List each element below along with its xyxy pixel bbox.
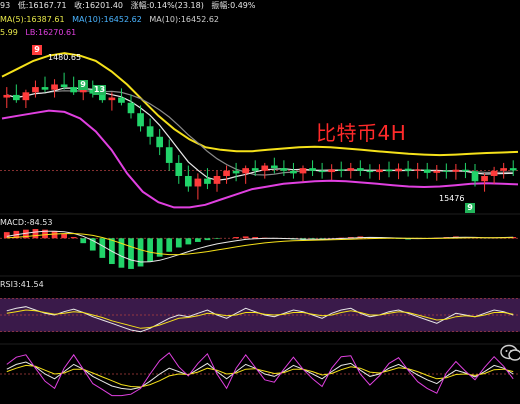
ma-value: MA(10):16452.62 xyxy=(149,15,220,24)
boll-upper-line xyxy=(1,52,519,157)
candle-body xyxy=(79,89,87,93)
candle-body xyxy=(22,92,30,101)
candle-body xyxy=(12,94,20,101)
header-value: 低:16167.71 xyxy=(17,1,67,10)
candle-body xyxy=(146,126,154,137)
candle-body xyxy=(347,168,355,171)
candle-body xyxy=(165,147,173,163)
candle-body xyxy=(414,169,422,171)
high-price-label: 1480.65 xyxy=(48,53,82,62)
candle-body xyxy=(490,170,498,176)
chart-title-overlay: 比特币4H xyxy=(316,121,407,145)
candle-body xyxy=(51,84,58,90)
macd-header: MACD:-84.53 xyxy=(0,218,53,227)
candle-body xyxy=(60,84,68,88)
candle-body xyxy=(137,113,144,127)
candle-body xyxy=(41,87,49,90)
candle-body xyxy=(509,168,517,171)
candle-body xyxy=(471,171,479,182)
low-price-label: 15476 xyxy=(439,194,465,203)
candle-body xyxy=(261,165,269,171)
ma-slow-line xyxy=(6,90,514,176)
candle-body xyxy=(395,168,402,172)
header-value: 收:16201.40 xyxy=(74,1,124,10)
ohlc-header: 93 低:16167.71 收:16201.40 涨幅:0.14%(23.18)… xyxy=(0,1,261,11)
candle-body xyxy=(184,176,192,187)
boll-header: 5.99 LB:16270.61 xyxy=(0,28,81,38)
candle-body xyxy=(442,170,450,172)
candle-body xyxy=(462,169,469,172)
candle-body xyxy=(452,169,460,172)
candle-body xyxy=(299,168,307,174)
candle-body xyxy=(318,170,326,173)
candle-body xyxy=(481,176,488,182)
candle-body xyxy=(175,162,183,176)
boll-value: 5.99 xyxy=(0,28,18,37)
candle-body xyxy=(127,102,135,114)
signal-badge: 13 xyxy=(93,85,106,95)
header-value: 涨幅:0.14%(23.18) xyxy=(130,1,204,10)
candle-body xyxy=(223,170,230,176)
header-value: 振幅:0.49% xyxy=(211,1,256,10)
candle-body xyxy=(385,169,393,172)
candle-body xyxy=(404,168,412,171)
macd-dif-line xyxy=(6,230,514,263)
candle-body xyxy=(270,165,278,169)
signal-badge: 9 xyxy=(32,45,42,55)
candle-body xyxy=(70,87,78,93)
candle-body xyxy=(213,176,221,184)
candle-body xyxy=(194,178,202,187)
candle-body xyxy=(376,169,383,173)
candle-body xyxy=(280,168,288,171)
ma-value: MA(5):16387.61 xyxy=(0,15,65,24)
candle-body xyxy=(108,97,116,101)
candle-body xyxy=(366,170,374,173)
ma-value: MA(10):16452.62 xyxy=(72,15,142,24)
kdj-line xyxy=(6,361,514,390)
candle-body xyxy=(309,168,316,171)
wechat-icon xyxy=(500,344,520,361)
boll-lower-line xyxy=(1,109,519,209)
candle-body xyxy=(3,94,11,98)
candle-body xyxy=(423,169,431,173)
candle-body xyxy=(328,169,336,173)
candle-body xyxy=(337,169,345,171)
candle-body xyxy=(251,168,259,171)
candle-body xyxy=(290,170,297,174)
rsi-header: RSI3:41.54 xyxy=(0,280,44,289)
header-value: 93 xyxy=(0,1,11,10)
ma-header: MA(5):16387.61 MA(10):16452.62 MA(10):16… xyxy=(0,15,224,25)
candle-body xyxy=(242,168,250,174)
signal-badge: 9 xyxy=(78,80,88,90)
candle-body xyxy=(500,168,508,171)
candle-body xyxy=(204,178,211,184)
candle-body xyxy=(433,170,441,173)
boll-value: LB:16270.61 xyxy=(25,28,77,37)
candle-body xyxy=(156,136,164,148)
signal-badge: 9 xyxy=(465,203,475,213)
candle-body xyxy=(232,170,240,174)
candle-body xyxy=(32,87,39,93)
candle-body xyxy=(118,97,125,103)
candle-body xyxy=(356,168,364,171)
